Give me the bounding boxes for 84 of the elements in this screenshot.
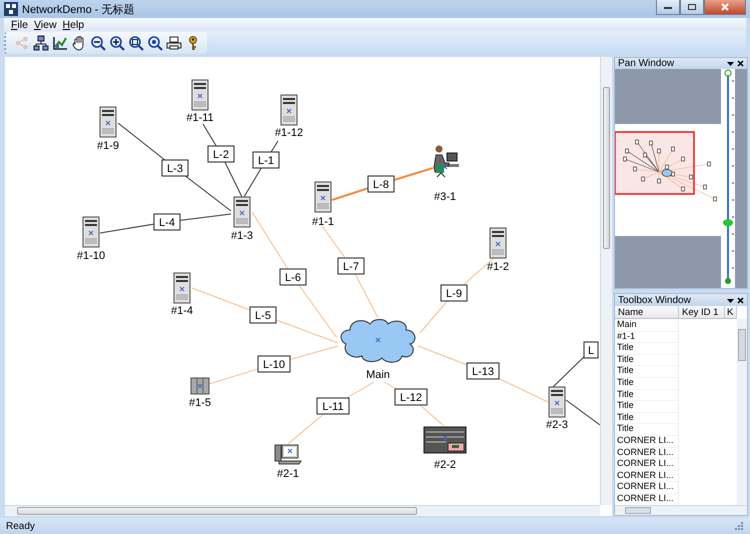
node-label: #2-1 — [276, 468, 300, 480]
dropdown-icon[interactable] — [727, 60, 734, 67]
zoom-in-icon[interactable] — [109, 35, 125, 51]
node-label: #1-10 — [76, 250, 106, 262]
table-cell: CORNER LI... — [615, 470, 679, 482]
link-label: L-1 — [252, 152, 280, 168]
network-icon[interactable] — [33, 35, 49, 51]
node-label: #1-11 — [186, 112, 214, 124]
horizontal-scrollbar[interactable] — [615, 505, 747, 515]
node-label: #1-1 — [312, 216, 334, 228]
horizontal-scrollbar[interactable] — [5, 505, 600, 516]
viewport-frame[interactable] — [615, 131, 695, 195]
link-label: L-8 — [368, 176, 394, 192]
scrollbar-thumb[interactable] — [603, 87, 610, 249]
scrollbar-thumb[interactable] — [625, 507, 651, 514]
link-label: L-13 — [466, 362, 500, 380]
table-cell: Main — [615, 319, 679, 332]
table-cell: CORNER LI... — [615, 434, 679, 448]
menu-item[interactable]: Help — [60, 18, 88, 30]
column-header[interactable]: Key ID 1 — [679, 306, 725, 319]
node-label: #1-3 — [230, 230, 254, 242]
link-label: L-6 — [280, 268, 306, 286]
link-label: L-4 — [154, 214, 180, 230]
vertical-scrollbar[interactable] — [600, 57, 612, 505]
close-icon[interactable] — [737, 296, 744, 304]
link-label: L-10 — [258, 356, 290, 372]
window-title: NetworkDemo - 无标题 — [22, 2, 134, 16]
zoom-area-icon[interactable] — [128, 35, 144, 51]
node-label: #1-5 — [188, 397, 212, 409]
panel-title: Toolbox Window — [618, 294, 692, 306]
scrollbar-thumb[interactable] — [738, 329, 746, 361]
zoom-out-icon[interactable] — [90, 35, 106, 51]
link-label: L-11 — [316, 398, 350, 414]
node-label: #2-3 — [546, 419, 568, 431]
link-label: L-9 — [440, 284, 468, 302]
zoom-slider-thumb[interactable] — [723, 219, 733, 226]
link-label: L-2 — [208, 146, 234, 162]
table-cell: Title — [615, 412, 679, 424]
node-label: #3-1 — [434, 191, 456, 203]
zoom-slider-track[interactable] — [724, 70, 734, 284]
connector-line — [566, 400, 600, 426]
chart-icon[interactable] — [52, 35, 68, 51]
status-text: Ready — [6, 520, 36, 532]
close-button[interactable] — [704, 0, 746, 15]
table-cell: CORNER LI... — [615, 481, 679, 494]
maximize-icon — [687, 3, 697, 11]
link-label: L-12 — [394, 388, 428, 406]
node-label: #1-2 — [486, 261, 510, 273]
node-label: Main — [366, 369, 390, 381]
link-label: L-7 — [338, 258, 364, 274]
link-label: L — [584, 342, 598, 358]
table-cell: Title — [615, 365, 679, 378]
table-cell: #1-1 — [615, 330, 679, 344]
menu-item[interactable]: File — [8, 18, 31, 30]
column-header[interactable]: Name — [615, 306, 679, 319]
maximize-button[interactable] — [680, 0, 704, 15]
link-label: L-3 — [162, 160, 188, 176]
zoom-fit-icon[interactable] — [147, 35, 163, 51]
resize-grip-icon[interactable] — [734, 521, 744, 531]
link-label: L-5 — [250, 306, 276, 324]
vertical-scrollbar[interactable] — [737, 319, 747, 505]
table-cell: CORNER LI... — [615, 446, 679, 460]
column-header[interactable]: K — [725, 306, 737, 319]
panel-title: Pan Window — [618, 58, 676, 69]
menu-item[interactable]: View — [30, 18, 60, 30]
minimize-button[interactable] — [656, 0, 680, 15]
app-icon — [4, 2, 18, 16]
table-cell: Title — [615, 388, 679, 402]
table-cell: Title — [615, 423, 679, 436]
node-label: #1-12 — [274, 127, 304, 139]
node-label: #2-2 — [434, 459, 456, 471]
table-cell: Title — [615, 342, 679, 355]
table-cell: Title — [615, 376, 679, 390]
node-label: #1-4 — [170, 305, 194, 317]
close-icon[interactable] — [737, 60, 744, 67]
table-cell: Title — [615, 400, 679, 413]
table-cell: CORNER LI... — [615, 458, 679, 471]
close-icon — [720, 3, 730, 11]
table-cell: Title — [615, 354, 679, 366]
printer-icon[interactable] — [166, 35, 182, 51]
minimize-icon — [663, 4, 673, 10]
scrollbar-thumb[interactable] — [17, 507, 417, 515]
dropdown-icon[interactable] — [727, 296, 734, 304]
node-label: #1-9 — [96, 140, 120, 152]
